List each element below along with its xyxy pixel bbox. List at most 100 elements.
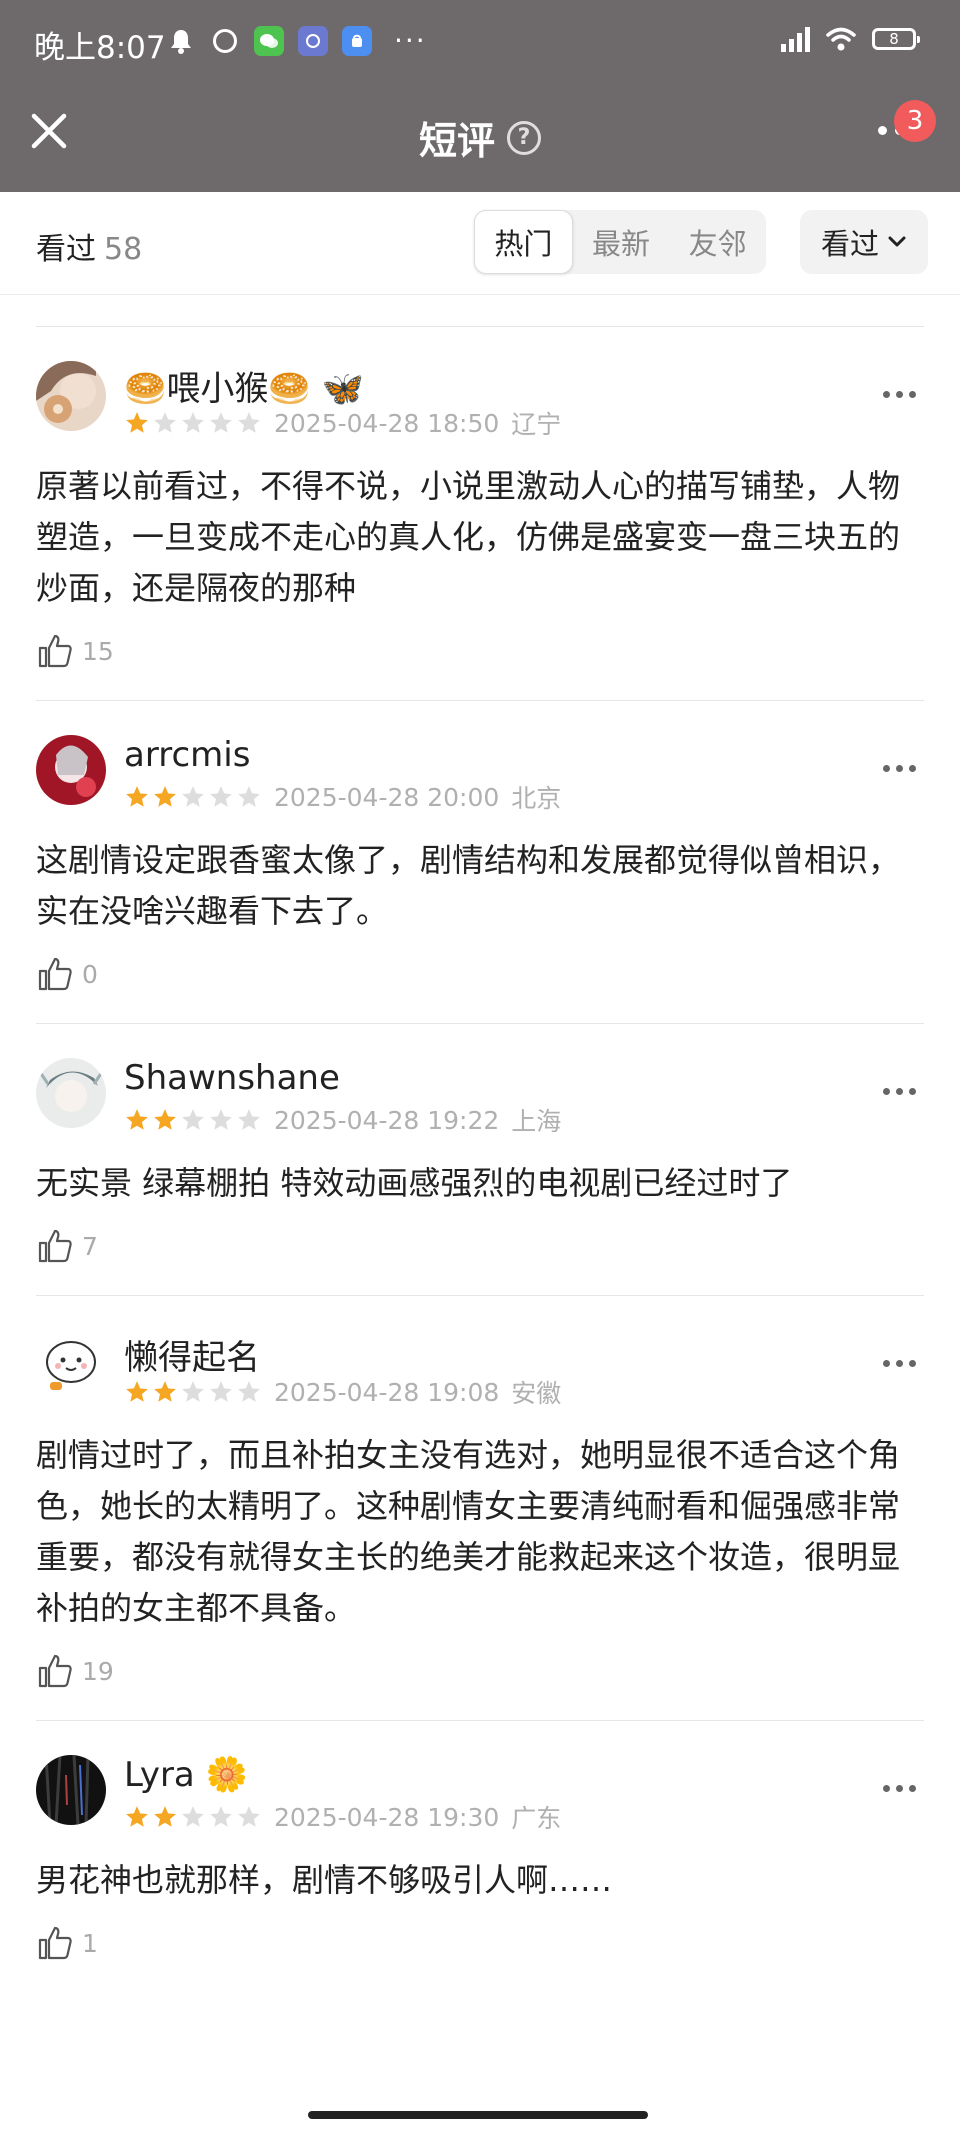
avatar[interactable] [36, 361, 106, 431]
alarm-icon [210, 26, 240, 56]
star-empty-icon [182, 786, 204, 807]
divider [36, 1295, 924, 1296]
status-time: 晚上8:07 [34, 30, 166, 66]
star-filled-icon [154, 1381, 176, 1402]
battery-icon: 8 [872, 28, 920, 50]
avatar[interactable] [36, 1058, 106, 1128]
review-location: 辽宁 [511, 410, 562, 439]
tab-friends[interactable]: 友邻 [669, 210, 766, 274]
star-rating [124, 410, 262, 436]
star-empty-icon [238, 1806, 260, 1827]
divider [36, 1023, 924, 1024]
review-text: 无实景 绿幕棚拍 特效动画感强烈的电视剧已经过时了 [36, 1164, 793, 1202]
seen-label: 看过 [36, 232, 96, 267]
review-location: 上海 [511, 1107, 562, 1136]
review-list: 🥯喂小猴🥯 🦋 2025-04-28 18:50 辽宁 原著以前看过，不得不说，… [0, 294, 960, 1992]
divider [36, 1720, 924, 1721]
star-rating [124, 784, 262, 810]
user-name[interactable]: 懒得起名 [124, 1330, 260, 1379]
avatar[interactable] [36, 1755, 106, 1825]
star-rating [124, 1379, 262, 1405]
star-filled-icon [126, 786, 148, 807]
star-filled-icon [154, 786, 176, 807]
more-options-icon[interactable] [883, 1785, 916, 1792]
more-options-icon[interactable] [883, 765, 916, 772]
thumbs-up-icon [38, 634, 72, 668]
like-count: 19 [82, 1656, 114, 1686]
like-button[interactable]: 1 [36, 1924, 924, 1962]
thumbs-up-icon [38, 1229, 72, 1263]
like-button[interactable]: 7 [36, 1227, 924, 1265]
status-notification-icons: ··· [166, 24, 427, 57]
avatar[interactable] [36, 1330, 106, 1400]
app-icon [342, 25, 372, 56]
divider [36, 700, 924, 701]
star-filled-icon [126, 412, 148, 433]
star-filled-icon [126, 1109, 148, 1130]
avatar[interactable] [36, 735, 106, 805]
star-filled-icon [126, 1381, 148, 1402]
more-options-icon[interactable] [883, 1088, 916, 1095]
tab-latest[interactable]: 最新 [573, 210, 670, 274]
review-text: 剧情过时了，而且补拍女主没有选对，她明显很不适合这个角色，她长的太精明了。这种剧… [36, 1436, 901, 1627]
user-name[interactable]: Lyra 🌼 [124, 1755, 248, 1795]
star-filled-icon [154, 1109, 176, 1130]
review-location: 北京 [511, 784, 562, 813]
review-item: 懒得起名 2025-04-28 19:08 安徽 剧情过时了，而且补拍女主没有选… [0, 1330, 960, 1690]
like-button[interactable]: 15 [36, 632, 924, 670]
home-indicator [308, 2111, 648, 2119]
review-text: 男花神也就那样，剧情不够吸引人啊…… [36, 1861, 613, 1899]
status-dropdown[interactable]: 看过 [800, 210, 928, 274]
star-empty-icon [182, 1806, 204, 1827]
review-date: 2025-04-28 19:08 [274, 1377, 500, 1407]
review-item: Lyra 🌼 2025-04-28 19:30 广东 男花神也就那样，剧情不够吸… [0, 1755, 960, 1962]
more-options-icon[interactable] [883, 391, 916, 398]
help-icon[interactable]: ? [507, 120, 541, 155]
like-count: 0 [82, 959, 98, 989]
star-empty-icon [210, 412, 232, 433]
star-empty-icon [154, 412, 176, 433]
thumbs-up-icon [38, 1654, 72, 1688]
review-date: 2025-04-28 19:22 [274, 1105, 500, 1135]
sort-tabs: 热门 最新 友邻 [474, 210, 766, 274]
review-date: 2025-04-28 19:30 [274, 1802, 500, 1832]
star-empty-icon [238, 1381, 260, 1402]
like-count: 7 [82, 1231, 98, 1261]
star-empty-icon [238, 786, 260, 807]
user-name[interactable]: 🥯喂小猴🥯 🦋 [124, 361, 364, 410]
review-item: Shawnshane 2025-04-28 19:22 上海 无实景 绿幕棚拍 … [0, 1058, 960, 1265]
filter-bar: 看过 58 热门 最新 友邻 看过 [0, 192, 960, 295]
star-empty-icon [182, 412, 204, 433]
review-date: 2025-04-28 18:50 [274, 408, 500, 438]
review-item: 🥯喂小猴🥯 🦋 2025-04-28 18:50 辽宁 原著以前看过，不得不说，… [0, 361, 960, 670]
wechat-icon [254, 25, 284, 56]
star-empty-icon [238, 1109, 260, 1130]
like-count: 1 [82, 1928, 98, 1958]
divider [36, 326, 924, 327]
review-item: arrcmis 2025-04-28 20:00 北京 这剧情设定跟香蜜太像了，… [0, 735, 960, 993]
star-empty-icon [210, 1806, 232, 1827]
like-button[interactable]: 19 [36, 1652, 924, 1690]
more-options-icon[interactable] [883, 1360, 916, 1367]
star-empty-icon [182, 1381, 204, 1402]
signal-icon [781, 26, 810, 52]
seen-number: 58 [104, 232, 143, 267]
status-bar: 晚上8:07 ··· 8 [0, 0, 960, 86]
user-name[interactable]: Shawnshane [124, 1058, 340, 1098]
star-filled-icon [154, 1806, 176, 1827]
user-name[interactable]: arrcmis [124, 735, 250, 775]
star-rating [124, 1804, 262, 1830]
thumbs-up-icon [38, 957, 72, 991]
review-text: 原著以前看过，不得不说，小说里激动人心的描写铺垫，人物塑造，一旦变成不走心的真人… [36, 467, 901, 607]
bell-icon [166, 26, 196, 56]
thumbs-up-icon [38, 1926, 72, 1960]
like-button[interactable]: 0 [36, 955, 924, 993]
star-empty-icon [210, 1109, 232, 1130]
like-count: 15 [82, 636, 114, 666]
star-filled-icon [126, 1806, 148, 1827]
star-empty-icon [210, 1381, 232, 1402]
tab-hot[interactable]: 热门 [474, 210, 573, 274]
nav-bar: 短评 ? 3 [0, 86, 960, 192]
review-text: 这剧情设定跟香蜜太像了，剧情结构和发展都觉得似曾相识，实在没啥兴趣看下去了。 [36, 841, 901, 930]
chevron-down-icon [888, 236, 906, 247]
